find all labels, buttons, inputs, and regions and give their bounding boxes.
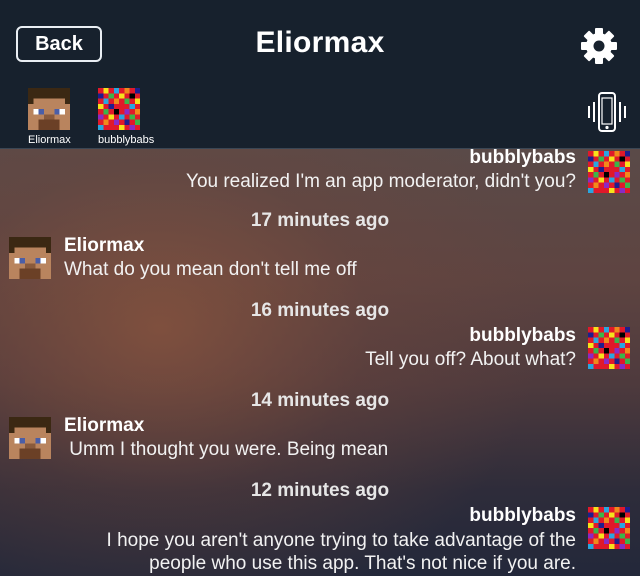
participant-eliormax[interactable]: Eliormax (28, 88, 71, 146)
message-text-line: I hope you aren't anyone trying to take … (106, 530, 576, 551)
timestamp: 17 minutes ago (250, 210, 390, 231)
timestamp: 16 minutes ago (250, 300, 390, 321)
gear-icon[interactable] (578, 25, 620, 67)
message-text: You realized I'm an app moderator, didn'… (186, 171, 576, 192)
message-text: Tell you off? About what? (365, 349, 576, 370)
sender-name: bubblybabs (469, 149, 576, 168)
participant-bubblybabs[interactable]: bubblybabs (98, 88, 154, 146)
sender-name: bubblybabs (469, 505, 576, 526)
message-text: What do you mean don't tell me off (64, 259, 357, 280)
timestamp: 12 minutes ago (250, 480, 390, 501)
rainbow-avatar-icon (588, 151, 630, 193)
rainbow-avatar-icon (588, 327, 630, 369)
vibrate-phone-icon[interactable] (584, 90, 630, 136)
sender-name: bubblybabs (469, 325, 576, 346)
timestamp: 14 minutes ago (250, 390, 390, 411)
participant-name: Eliormax (28, 134, 71, 146)
steve-avatar-icon (28, 88, 71, 130)
rainbow-avatar-icon (588, 507, 630, 549)
chat-area[interactable]: bubblybabs You realized I'm an app moder… (0, 149, 640, 576)
rainbow-avatar-icon (98, 88, 154, 130)
conversation-title: Eliormax (255, 26, 385, 59)
message-text: Umm I thought you were. Being mean (64, 439, 389, 460)
sender-name: Eliormax (64, 235, 145, 256)
sender-name: Eliormax (64, 415, 145, 436)
participant-name: bubblybabs (98, 134, 155, 146)
top-bar: Back Eliormax Eliormax bubblybabs (0, 0, 640, 149)
steve-avatar-icon (9, 417, 51, 459)
message-text-line: people who use this app. That's not nice… (149, 553, 576, 574)
steve-avatar-icon (9, 237, 51, 279)
